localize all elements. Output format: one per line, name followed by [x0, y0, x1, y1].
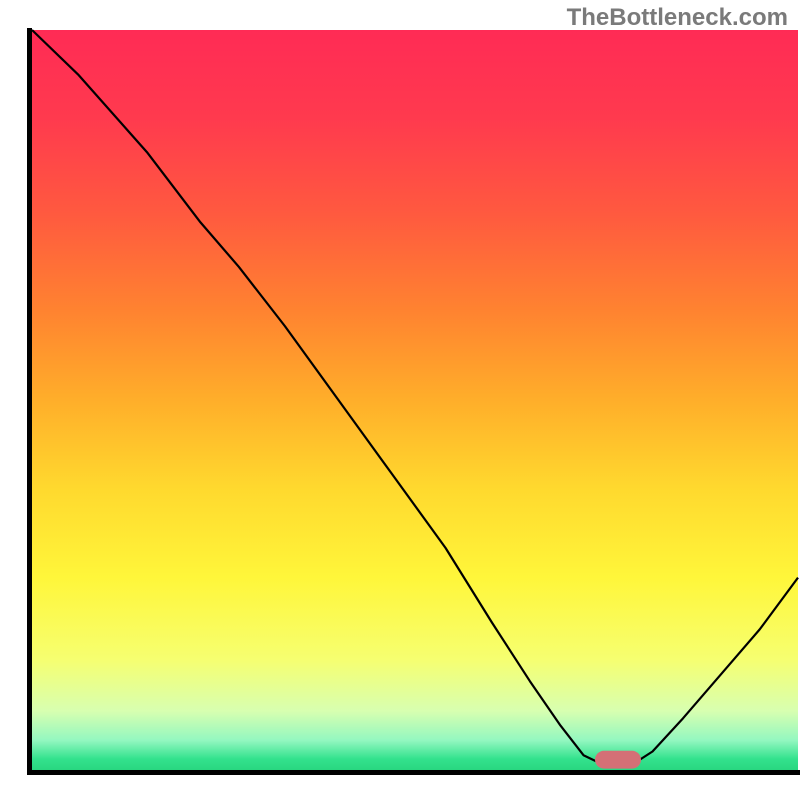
optimal-zone-marker: [595, 751, 641, 769]
y-axis-spine: [27, 28, 32, 775]
watermark-text: TheBottleneck.com: [567, 4, 788, 32]
chart-container: TheBottleneck.com: [0, 0, 800, 800]
bottleneck-chart: [0, 0, 800, 800]
chart-gradient-background: [32, 30, 798, 770]
x-axis-spine: [27, 770, 800, 775]
